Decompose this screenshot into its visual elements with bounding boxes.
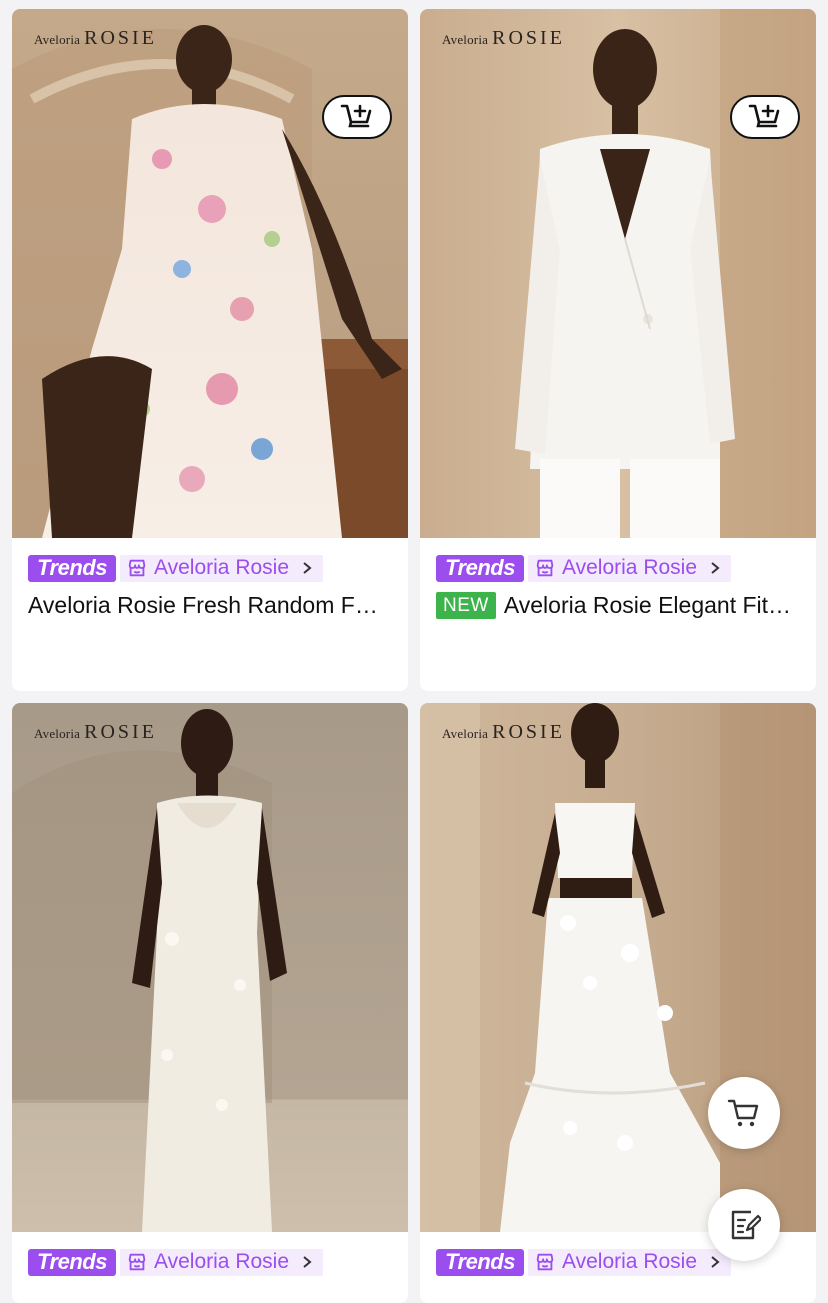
store-link[interactable]: Aveloria Rosie: [528, 1248, 732, 1276]
add-to-cart-button[interactable]: [730, 95, 800, 139]
store-icon: [536, 1253, 554, 1271]
store-name: Aveloria Rosie: [154, 1250, 290, 1273]
product-info: Trends Aveloria Rosie Aveloria Rosie Fre…: [12, 538, 408, 620]
edit-note-icon: [731, 1210, 761, 1240]
product-card[interactable]: Aveloria ROSIE Trends Aveloria Rosie: [12, 9, 408, 691]
product-image-white-blazer[interactable]: Aveloria ROSIE: [420, 9, 816, 538]
add-to-cart-button[interactable]: [322, 95, 392, 139]
new-badge: NEW: [436, 591, 496, 619]
trends-badge: Trends: [436, 554, 524, 582]
brand-watermark: Aveloria ROSIE: [34, 27, 157, 49]
product-info: Trends Aveloria Rosie NEW Aveloria Rosie…: [420, 538, 816, 620]
chevron-right-icon: [303, 562, 312, 574]
store-name: Aveloria Rosie: [562, 1250, 698, 1273]
store-name: Aveloria Rosie: [154, 556, 290, 579]
cart-plus-icon: [748, 104, 780, 128]
trends-badge: Trends: [28, 554, 116, 582]
store-link[interactable]: Aveloria Rosie: [120, 1248, 324, 1276]
product-image-white-crop-set[interactable]: Aveloria ROSIE: [420, 703, 816, 1232]
product-title[interactable]: Aveloria Rosie Elegant Fitted Blazer: [504, 592, 794, 619]
store-link[interactable]: Aveloria Rosie: [528, 554, 732, 582]
product-grid: Aveloria ROSIE Trends Aveloria Rosie Ave…: [0, 0, 828, 1303]
store-icon: [536, 559, 554, 577]
floating-edit-button[interactable]: [708, 1189, 780, 1261]
product-image-floral-dress[interactable]: Aveloria ROSIE: [12, 9, 408, 538]
brand-watermark: Aveloria ROSIE: [442, 721, 565, 743]
chevron-right-icon: [303, 1256, 312, 1268]
store-name: Aveloria Rosie: [562, 556, 698, 579]
store-icon: [128, 1253, 146, 1271]
store-icon: [128, 559, 146, 577]
product-info: Trends Aveloria Rosie: [12, 1232, 408, 1276]
trends-badge: Trends: [436, 1248, 524, 1276]
brand-watermark: Aveloria ROSIE: [34, 721, 157, 743]
chevron-right-icon: [711, 562, 720, 574]
product-card[interactable]: Aveloria ROSIE Trends Aveloria Rosie: [420, 9, 816, 691]
product-card[interactable]: Aveloria ROSIE Trends Aveloria Rosie: [12, 703, 408, 1303]
brand-watermark: Aveloria ROSIE: [442, 27, 565, 49]
chevron-right-icon: [711, 1256, 720, 1268]
shopping-cart-icon: [727, 1099, 759, 1127]
cart-plus-icon: [340, 104, 372, 128]
product-title[interactable]: Aveloria Rosie Fresh Random Floral Print…: [28, 592, 378, 619]
product-image-white-satin-dress[interactable]: Aveloria ROSIE: [12, 703, 408, 1232]
floating-cart-button[interactable]: [708, 1077, 780, 1149]
store-link[interactable]: Aveloria Rosie: [120, 554, 324, 582]
trends-badge: Trends: [28, 1248, 116, 1276]
